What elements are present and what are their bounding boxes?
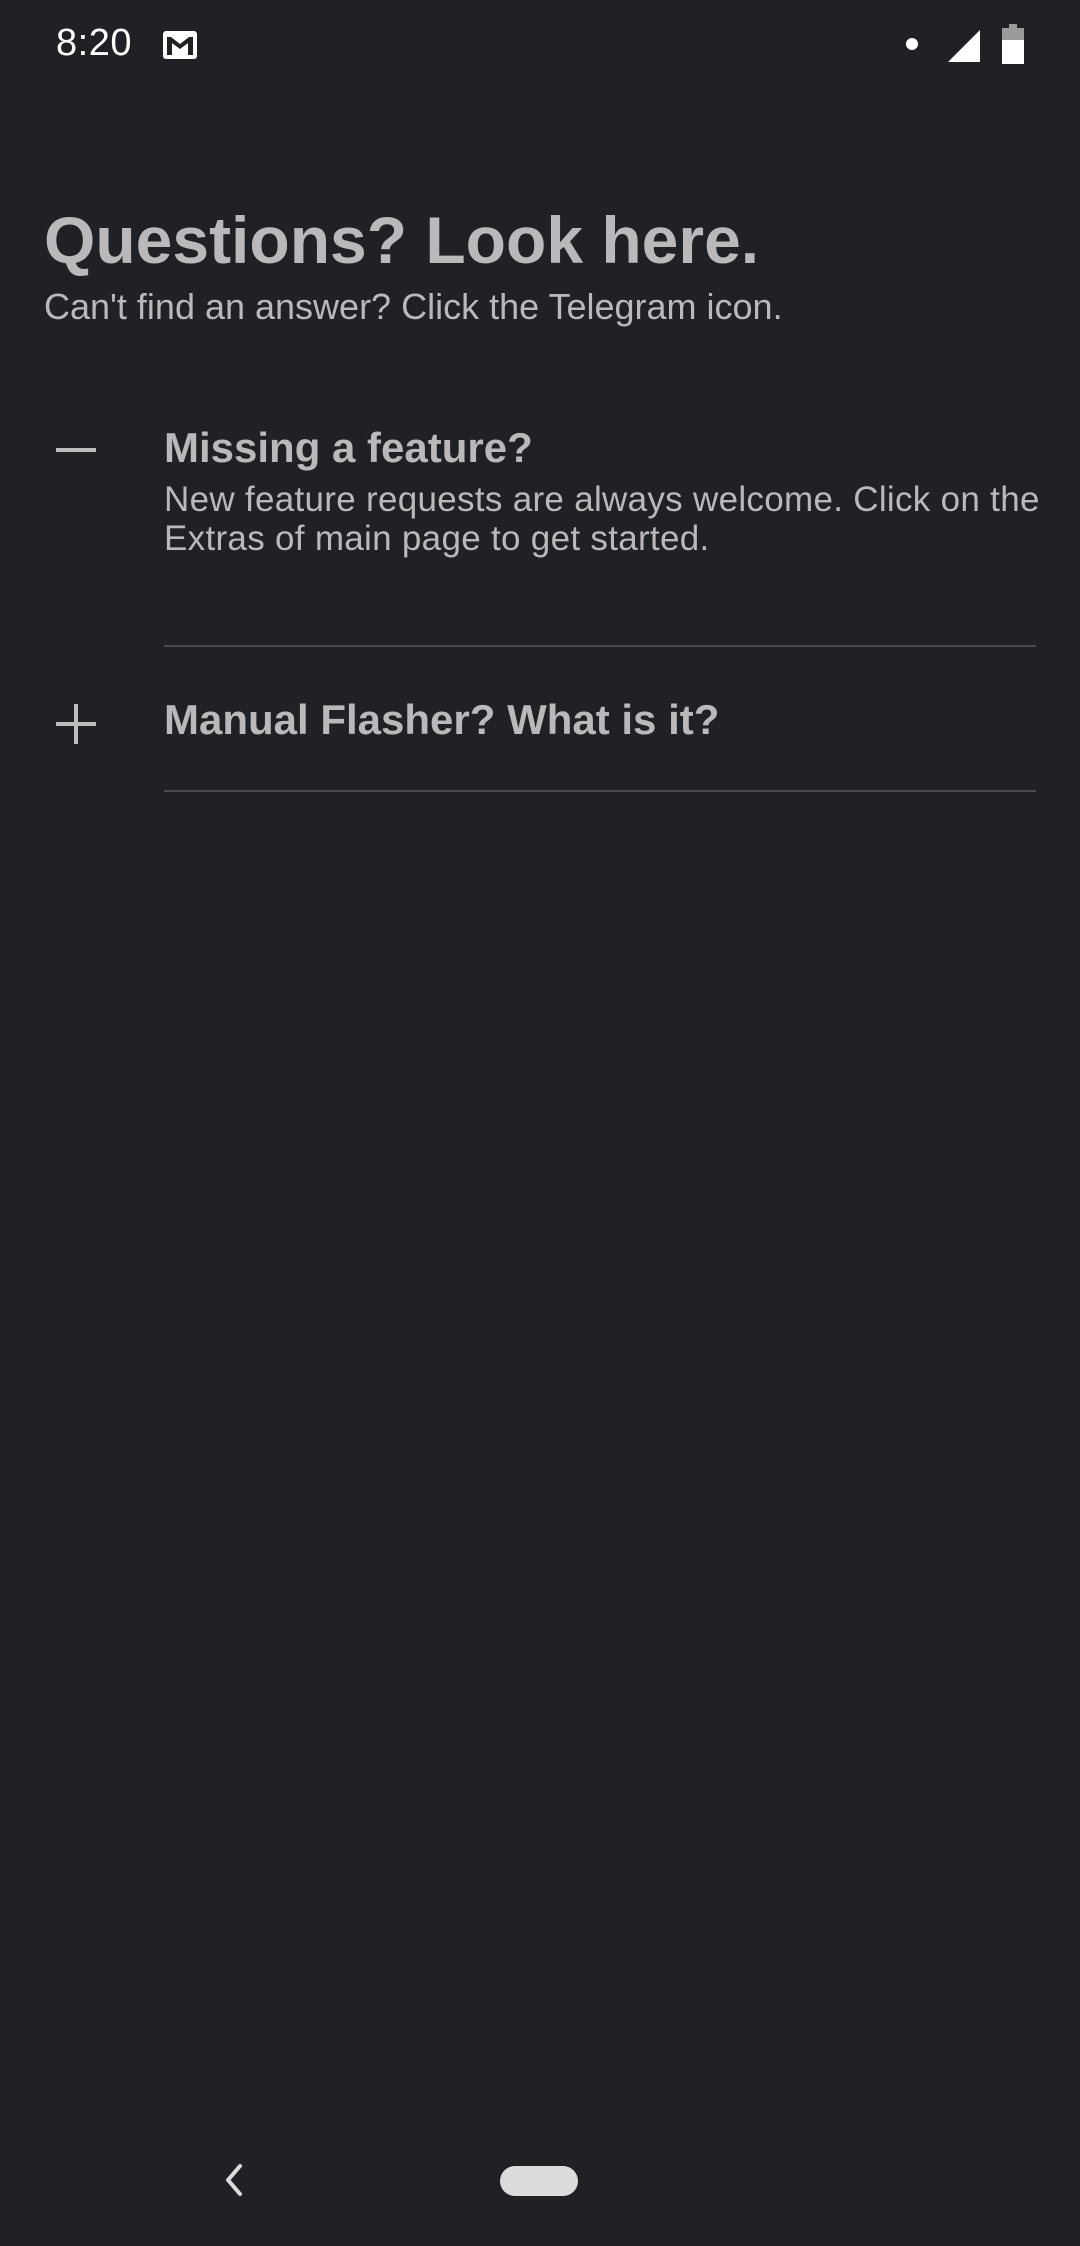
notification-dot-icon [906, 38, 918, 50]
status-bar: 8:20 [0, 0, 1080, 92]
battery-icon [1002, 24, 1024, 64]
plus-icon[interactable] [52, 700, 100, 748]
faq-screen: 8:20 Questions? Look here. Can't find an… [0, 0, 1080, 2246]
faq-question[interactable]: Missing a feature? [164, 422, 533, 474]
faq-answer: New feature requests are always welcome.… [164, 480, 1040, 558]
faq-item-missing-feature[interactable]: Missing a feature? New feature requests … [0, 400, 1080, 650]
home-pill[interactable] [500, 2166, 578, 2196]
faq-divider [164, 790, 1036, 792]
page-title: Questions? Look here. [44, 203, 760, 277]
faq-item-manual-flasher[interactable]: Manual Flasher? What is it? [0, 648, 1080, 793]
faq-divider [164, 645, 1036, 647]
gmail-icon [163, 31, 197, 59]
status-time: 8:20 [56, 22, 132, 64]
cell-signal-icon [948, 30, 980, 62]
faq-question[interactable]: Manual Flasher? What is it? [164, 694, 719, 746]
minus-icon[interactable] [52, 426, 100, 474]
page-subtitle: Can't find an answer? Click the Telegram… [44, 286, 783, 327]
back-icon[interactable] [218, 2160, 252, 2200]
